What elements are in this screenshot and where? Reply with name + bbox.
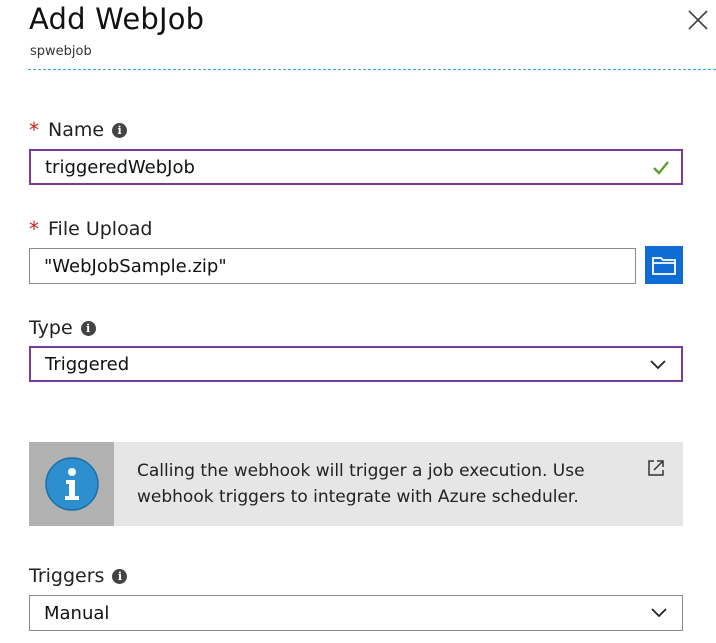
folder-icon — [652, 257, 676, 275]
close-icon — [688, 10, 708, 30]
blade-header: Add WebJob spwebjob — [0, 0, 716, 72]
triggers-select-value: Manual — [44, 602, 110, 624]
checkmark-icon — [653, 161, 669, 175]
external-link-icon — [648, 460, 664, 476]
learn-more-link[interactable] — [646, 458, 666, 478]
file-upload-value: "WebJobSample.zip" — [44, 255, 227, 277]
info-icon — [44, 457, 99, 511]
type-label: Type i — [29, 317, 96, 339]
info-icon[interactable]: i — [80, 320, 96, 336]
name-label-text: Name — [48, 119, 105, 141]
type-select[interactable]: Triggered — [29, 346, 683, 382]
triggers-label: Triggers i — [29, 565, 128, 587]
file-upload-label-text: File Upload — [48, 218, 153, 240]
file-upload-input[interactable]: "WebJobSample.zip" — [29, 248, 636, 284]
browse-file-button[interactable] — [645, 246, 683, 284]
required-mark: * — [29, 118, 39, 142]
required-mark: * — [29, 217, 39, 241]
type-select-value: Triggered — [45, 353, 130, 375]
blade-title: Add WebJob — [29, 2, 205, 36]
info-icon[interactable]: i — [112, 122, 128, 138]
type-label-text: Type — [29, 317, 73, 339]
name-input-value: triggeredWebJob — [45, 156, 195, 178]
infobox-icon-panel — [29, 442, 114, 526]
file-upload-label: * File Upload — [29, 218, 152, 240]
webhook-info-box: Calling the webhook will trigger a job e… — [29, 442, 683, 526]
close-button[interactable] — [684, 6, 712, 34]
chevron-down-icon — [650, 360, 666, 370]
chevron-down-icon — [651, 608, 667, 618]
name-label: * Name i — [29, 118, 128, 142]
triggers-label-text: Triggers — [29, 565, 105, 587]
infobox-message: Calling the webhook will trigger a job e… — [137, 461, 585, 507]
name-input[interactable]: triggeredWebJob — [29, 149, 683, 185]
info-icon[interactable]: i — [112, 568, 128, 584]
header-divider — [28, 69, 716, 70]
blade-subtitle: spwebjob — [30, 44, 92, 59]
triggers-select[interactable]: Manual — [29, 595, 683, 631]
